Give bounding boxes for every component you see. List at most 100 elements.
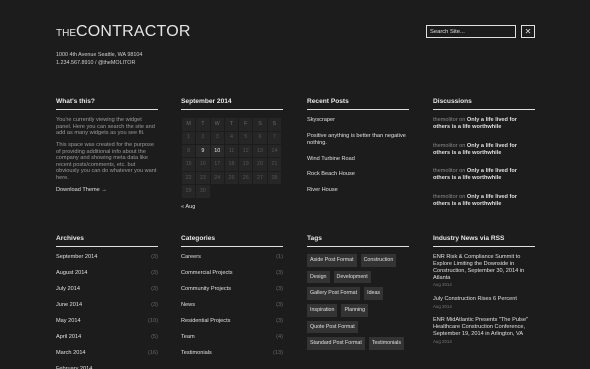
archives-link[interactable]: March 2014 xyxy=(56,350,86,357)
tag-link[interactable]: Aside Post Format xyxy=(307,254,357,267)
item-count: (3) xyxy=(276,318,283,325)
tag-link[interactable]: Quote Post Format xyxy=(307,320,358,334)
calendar-day: 5 xyxy=(238,130,254,146)
archives-link[interactable]: August 2014 xyxy=(56,270,87,277)
list-item: Careers (1) xyxy=(181,254,283,270)
categories-link[interactable]: Residential Projects xyxy=(181,318,230,325)
discussion-item: themolitor on Only a life lived for othe… xyxy=(433,117,535,131)
list-item: Residential Projects (3) xyxy=(181,318,283,334)
comment-author[interactable]: themolitor xyxy=(433,143,458,149)
calendar-day: 18 xyxy=(223,157,240,172)
archives-link[interactable]: July 2014 xyxy=(56,286,80,293)
list-item: May 2014 (10) xyxy=(56,318,158,334)
comment-author[interactable]: themolitor xyxy=(433,168,458,174)
calendar-day: 15 xyxy=(180,157,197,172)
calendar-day: 23 xyxy=(195,170,211,186)
archives-link[interactable]: April 2014 xyxy=(56,334,81,341)
close-icon[interactable]: ✕ xyxy=(521,25,535,38)
tag-link[interactable]: Standard Post Format xyxy=(307,337,365,350)
tag-link[interactable]: Development xyxy=(333,270,371,284)
weekday-header: T xyxy=(223,117,240,132)
whats-this-widget: What's this? You're currently viewing th… xyxy=(56,98,158,194)
recent-post-link[interactable]: River House xyxy=(307,187,409,194)
item-count: (3) xyxy=(151,286,158,293)
news-item: July Construction Rises 6 Percent Aug 201… xyxy=(433,296,535,309)
calendar-day[interactable]: 9 xyxy=(195,144,211,159)
calendar-day: 1 xyxy=(180,130,197,146)
logo-main: CONTRACTOR xyxy=(76,23,191,40)
calendar-day: 29 xyxy=(180,184,197,199)
archives-link[interactable]: May 2014 xyxy=(56,318,81,325)
list-item: August 2014 (3) xyxy=(56,270,158,286)
list-item: September 2014 (3) xyxy=(56,254,158,270)
item-count: (3) xyxy=(276,270,283,277)
categories-link[interactable]: Team xyxy=(181,334,195,341)
calendar-prev-link[interactable]: « Aug xyxy=(181,204,283,211)
industry-news-widget: Industry News via RSS ENR Risk & Complia… xyxy=(433,235,535,352)
calendar-day: 21 xyxy=(266,157,283,172)
news-link[interactable]: July Construction Rises 6 Percent xyxy=(433,296,535,303)
item-count: (1) xyxy=(276,254,283,261)
site-logo[interactable]: THECONTRACTOR xyxy=(56,22,191,42)
item-count: (3) xyxy=(276,302,283,309)
weekday-header: T xyxy=(195,117,211,132)
item-count: (5) xyxy=(151,334,158,341)
calendar-day: 28 xyxy=(266,170,283,186)
news-link[interactable]: ENR MidAtlantic Presents "The Pulse" Hea… xyxy=(433,317,535,337)
calendar-day[interactable]: 10 xyxy=(209,144,225,159)
widget-title: Recent Posts xyxy=(307,98,409,111)
calendar-day: 6 xyxy=(252,130,268,146)
news-item: ENR MidAtlantic Presents "The Pulse" Hea… xyxy=(433,317,535,344)
comment-author[interactable]: themolitor xyxy=(433,117,458,123)
tag-link[interactable]: Construction xyxy=(360,254,397,267)
list-item: Testimonials (13) xyxy=(181,350,283,366)
tag-link[interactable]: Inspiration xyxy=(307,304,338,317)
site-address-block: 1000 4th Avenue Seattle, WA 98104 1.234.… xyxy=(56,51,142,67)
categories-link[interactable]: Community Projects xyxy=(181,286,231,293)
archives-link[interactable]: September 2014 xyxy=(56,254,97,261)
news-link[interactable]: ENR Risk & Compliance Summit to Explore … xyxy=(433,254,535,281)
widget-paragraph: This space was created for the purpose o… xyxy=(56,142,157,181)
calendar-day: 22 xyxy=(180,170,197,186)
download-theme-link[interactable]: Download Theme → xyxy=(56,187,158,194)
tag-link[interactable]: Ideas xyxy=(364,287,384,301)
calendar-day: 25 xyxy=(223,170,240,186)
list-item: June 2014 (3) xyxy=(56,302,158,318)
widget-paragraph: You're currently viewing the widget pane… xyxy=(56,117,155,137)
contact-line[interactable]: 1.234.567.8910 / @theMOLITOR xyxy=(56,59,142,67)
discussions-widget: Discussions themolitor on Only a life li… xyxy=(433,98,535,220)
calendar-day: 16 xyxy=(195,157,211,172)
calendar-day: 7 xyxy=(266,130,283,146)
categories-link[interactable]: Careers xyxy=(181,254,201,261)
comment-author[interactable]: themolitor xyxy=(433,194,458,200)
archives-link[interactable]: June 2014 xyxy=(56,302,82,309)
logo-prefix: THE xyxy=(56,28,76,39)
tags-widget: Tags Aside Post Format Construction Design… xyxy=(307,235,409,350)
categories-link[interactable]: News xyxy=(181,302,195,309)
recent-post-link[interactable]: Positive anything is better than negativ… xyxy=(307,133,409,147)
tag-link[interactable]: Gallery Post Format xyxy=(307,287,361,301)
item-count: (13) xyxy=(273,350,283,357)
calendar-day: 20 xyxy=(252,157,268,172)
categories-link[interactable]: Testimonials xyxy=(181,350,212,357)
tag-link[interactable]: Testimonials xyxy=(368,337,404,350)
calendar-day xyxy=(266,184,283,199)
comment-on: on xyxy=(459,194,466,201)
comment-on: on xyxy=(459,117,466,124)
widget-title: Archives xyxy=(56,235,158,248)
calendar-day: 8 xyxy=(180,144,197,159)
recent-post-link[interactable]: Wind Turbine Road xyxy=(307,156,409,163)
calendar-day xyxy=(223,184,240,199)
discussion-item: themolitor on Only a life lived for othe… xyxy=(433,194,535,208)
categories-link[interactable]: Commercial Projects xyxy=(181,270,233,277)
recent-post-link[interactable]: Rock Beach House xyxy=(307,171,409,178)
recent-post-link[interactable]: Skyscraper xyxy=(307,117,409,124)
calendar-day: 26 xyxy=(238,170,254,186)
weekday-header: W xyxy=(209,117,225,132)
tag-link[interactable]: Design xyxy=(307,270,330,284)
tag-link[interactable]: Planning xyxy=(341,304,369,317)
calendar-day: 2 xyxy=(195,130,211,146)
weekday-header: S xyxy=(252,117,268,132)
search-input[interactable] xyxy=(426,25,516,38)
news-date: Aug 2014 xyxy=(433,338,452,344)
